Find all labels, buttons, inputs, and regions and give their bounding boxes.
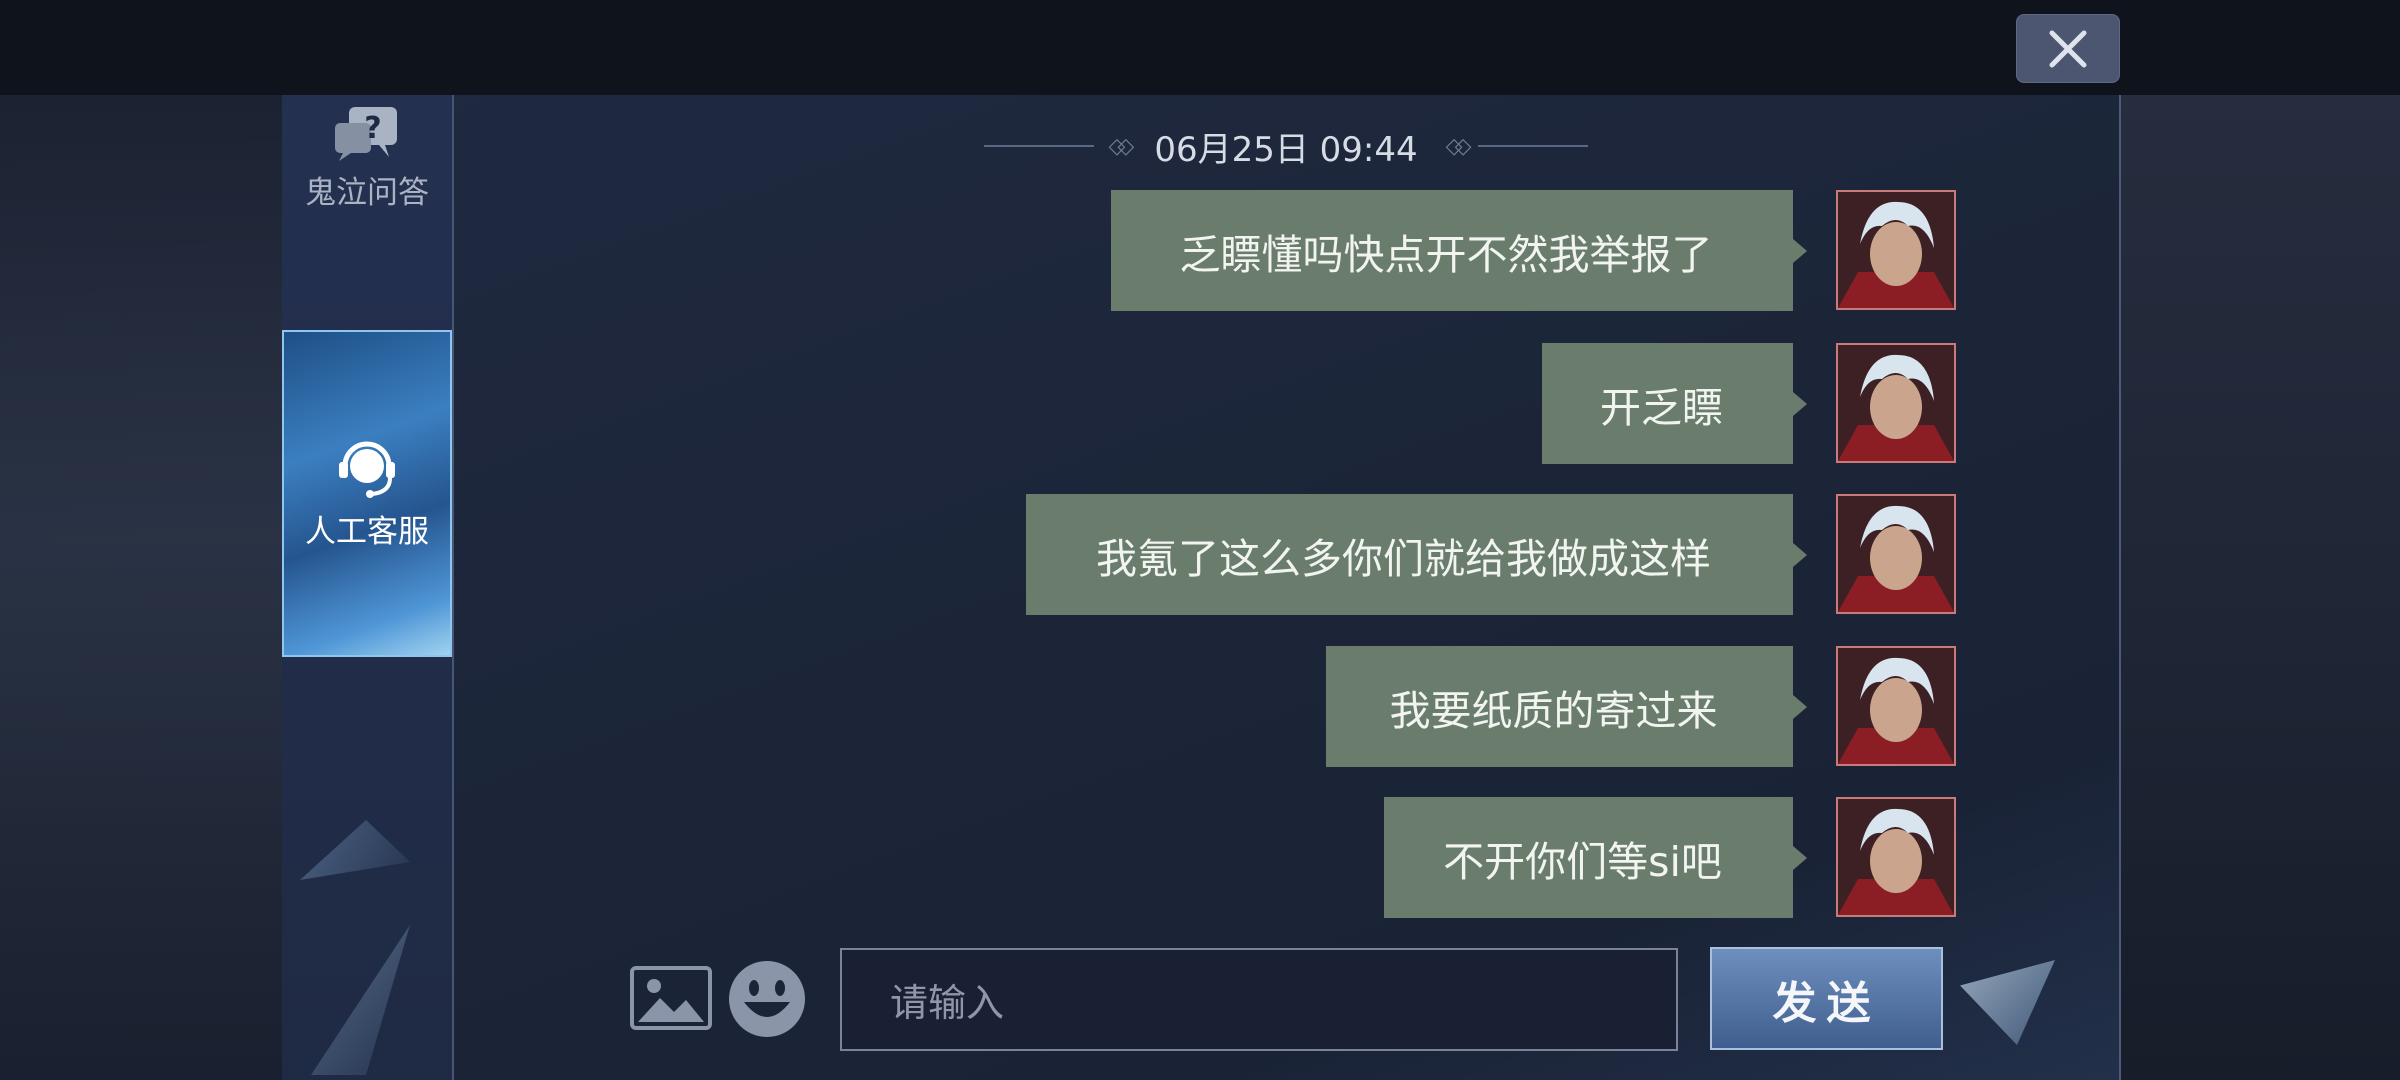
message-text: 我要纸质的寄过来 [1389, 686, 1718, 735]
emoji-button[interactable] [726, 958, 808, 1040]
sidebar-item-label: 鬼泣问答 [305, 175, 429, 211]
avatar[interactable] [1836, 797, 1956, 917]
close-button[interactable] [2016, 14, 2120, 83]
diamond-ornament-icon: ◇◇ [1445, 133, 1472, 159]
user-avatar-icon [1838, 648, 1954, 764]
background-left [0, 95, 282, 1080]
send-button-label: 发送 [1772, 977, 1881, 1029]
smiley-emoji-icon [729, 961, 805, 1037]
diamond-ornament-icon: ◇◇ [1108, 133, 1134, 159]
chat-message: 开乏瞟 [1542, 343, 1807, 464]
input-placeholder: 请输入 [890, 981, 1005, 1025]
close-x-icon [2049, 30, 2087, 67]
headset-agent-icon [339, 441, 395, 498]
message-text: 乏瞟懂吗快点开不然我举报了 [1179, 230, 1713, 279]
divider-line [1477, 145, 1588, 147]
svg-text:?: ? [364, 111, 381, 146]
user-avatar-icon [1838, 799, 1954, 915]
image-icon [630, 966, 712, 1030]
chat-message: 乏瞟懂吗快点开不然我举报了 [1111, 190, 1807, 311]
user-avatar-icon [1838, 345, 1954, 461]
timestamp-text: 06月25日 09:44 [1154, 129, 1418, 170]
avatar[interactable] [1836, 343, 1956, 463]
user-avatar-icon [1838, 496, 1954, 612]
message-text: 不开你们等si吧 [1443, 837, 1722, 886]
avatar[interactable] [1836, 646, 1956, 766]
chat-message: 我氪了这么多你们就给我做成这样 [1026, 494, 1807, 615]
image-button[interactable] [630, 966, 712, 1030]
message-text: 我氪了这么多你们就给我做成这样 [1096, 534, 1711, 583]
message-text: 开乏瞟 [1600, 383, 1723, 432]
send-button[interactable]: 发送 [1710, 947, 1943, 1050]
user-avatar-icon [1838, 192, 1954, 308]
question-bubble-icon: ? [335, 107, 397, 161]
chat-timestamp: ◇◇ 06月25日 09:44 ◇◇ [980, 122, 1592, 170]
avatar[interactable] [1836, 190, 1956, 310]
message-input[interactable]: 请输入 [840, 948, 1678, 1051]
avatar[interactable] [1836, 494, 1956, 614]
sidebar-item-qa[interactable]: ? 鬼泣问答 [282, 105, 452, 245]
chat-message: 不开你们等si吧 [1384, 797, 1807, 918]
background-right [2117, 95, 2400, 1080]
chat-message: 我要纸质的寄过来 [1326, 646, 1807, 767]
sidebar-item-customer-service[interactable]: 人工客服 [282, 330, 452, 657]
sidebar-item-label: 人工客服 [305, 514, 429, 550]
divider-line [984, 145, 1095, 147]
